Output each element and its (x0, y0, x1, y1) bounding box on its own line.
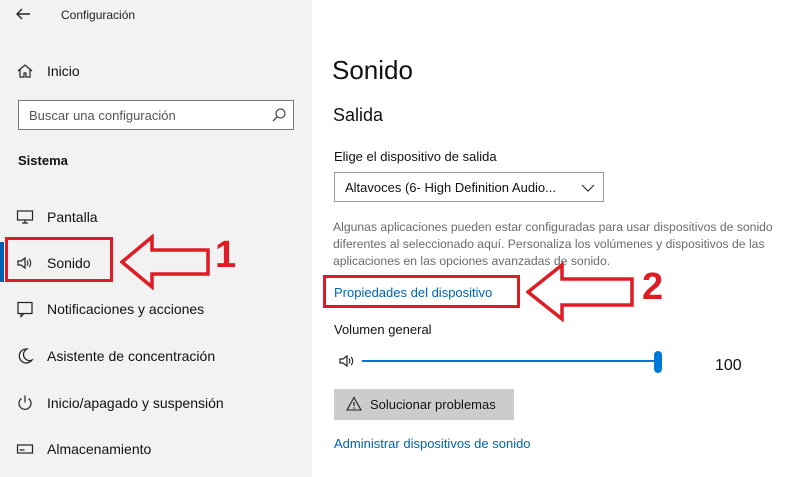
output-device-value: Altavoces (6- High Definition Audio... (345, 180, 556, 195)
sidebar-item-almacenamiento[interactable]: Almacenamiento (16, 438, 306, 462)
search-icon[interactable] (271, 107, 287, 123)
sidebar-item-label: Asistente de concentración (47, 348, 216, 364)
page-title: Sonido (332, 55, 413, 85)
manage-devices-link[interactable]: Administrar dispositivos de sonido (334, 436, 531, 451)
annotation-arrow-2 (526, 262, 634, 322)
volume-slider-thumb[interactable] (654, 351, 662, 373)
home-icon (16, 62, 34, 80)
annotation-number-2: 2 (642, 266, 664, 308)
troubleshoot-button[interactable]: Solucionar problemas (334, 389, 514, 420)
troubleshoot-label: Solucionar problemas (370, 397, 496, 412)
back-arrow-icon[interactable] (14, 5, 36, 27)
warning-icon (346, 396, 362, 412)
output-device-label: Elige el dispositivo de salida (334, 149, 497, 164)
moon-icon (16, 347, 34, 365)
sidebar-item-label: Almacenamiento (47, 441, 152, 457)
search-placeholder: Buscar una configuración (29, 108, 176, 123)
sidebar-item-notificaciones[interactable]: Notificaciones y acciones (16, 298, 306, 322)
storage-icon (16, 440, 34, 458)
output-heading: Salida (333, 105, 384, 125)
search-input[interactable]: Buscar una configuración (18, 100, 294, 130)
volume-label: Volumen general (334, 322, 432, 337)
sidebar-item-label: Pantalla (47, 209, 98, 225)
sidebar-item-inicio-apagado[interactable]: Inicio/apagado y suspensión (16, 392, 306, 416)
monitor-icon (16, 208, 34, 226)
selection-indicator (0, 242, 4, 282)
power-icon (16, 394, 34, 412)
annotation-box-1 (5, 237, 113, 282)
sidebar-item-label: Inicio (47, 63, 80, 79)
annotation-number-1: 1 (215, 234, 237, 276)
chevron-down-icon (581, 181, 595, 193)
volume-slider-track[interactable] (362, 360, 662, 362)
sidebar-item-home[interactable]: Inicio (16, 60, 306, 84)
output-device-select[interactable]: Altavoces (6- High Definition Audio... (334, 172, 604, 202)
annotation-arrow-1 (120, 234, 210, 290)
speaker-icon[interactable] (338, 352, 358, 370)
sidebar-item-label: Inicio/apagado y suspensión (47, 395, 224, 411)
section-title: Sistema (18, 153, 68, 168)
window-title: Configuración (61, 8, 136, 22)
sidebar-item-label: Notificaciones y acciones (47, 301, 205, 317)
volume-value: 100 (715, 357, 742, 374)
sidebar-item-asistente[interactable]: Asistente de concentración (16, 345, 306, 369)
annotation-box-2 (323, 275, 520, 308)
notification-icon (16, 300, 34, 318)
sidebar-item-pantalla[interactable]: Pantalla (16, 206, 306, 230)
